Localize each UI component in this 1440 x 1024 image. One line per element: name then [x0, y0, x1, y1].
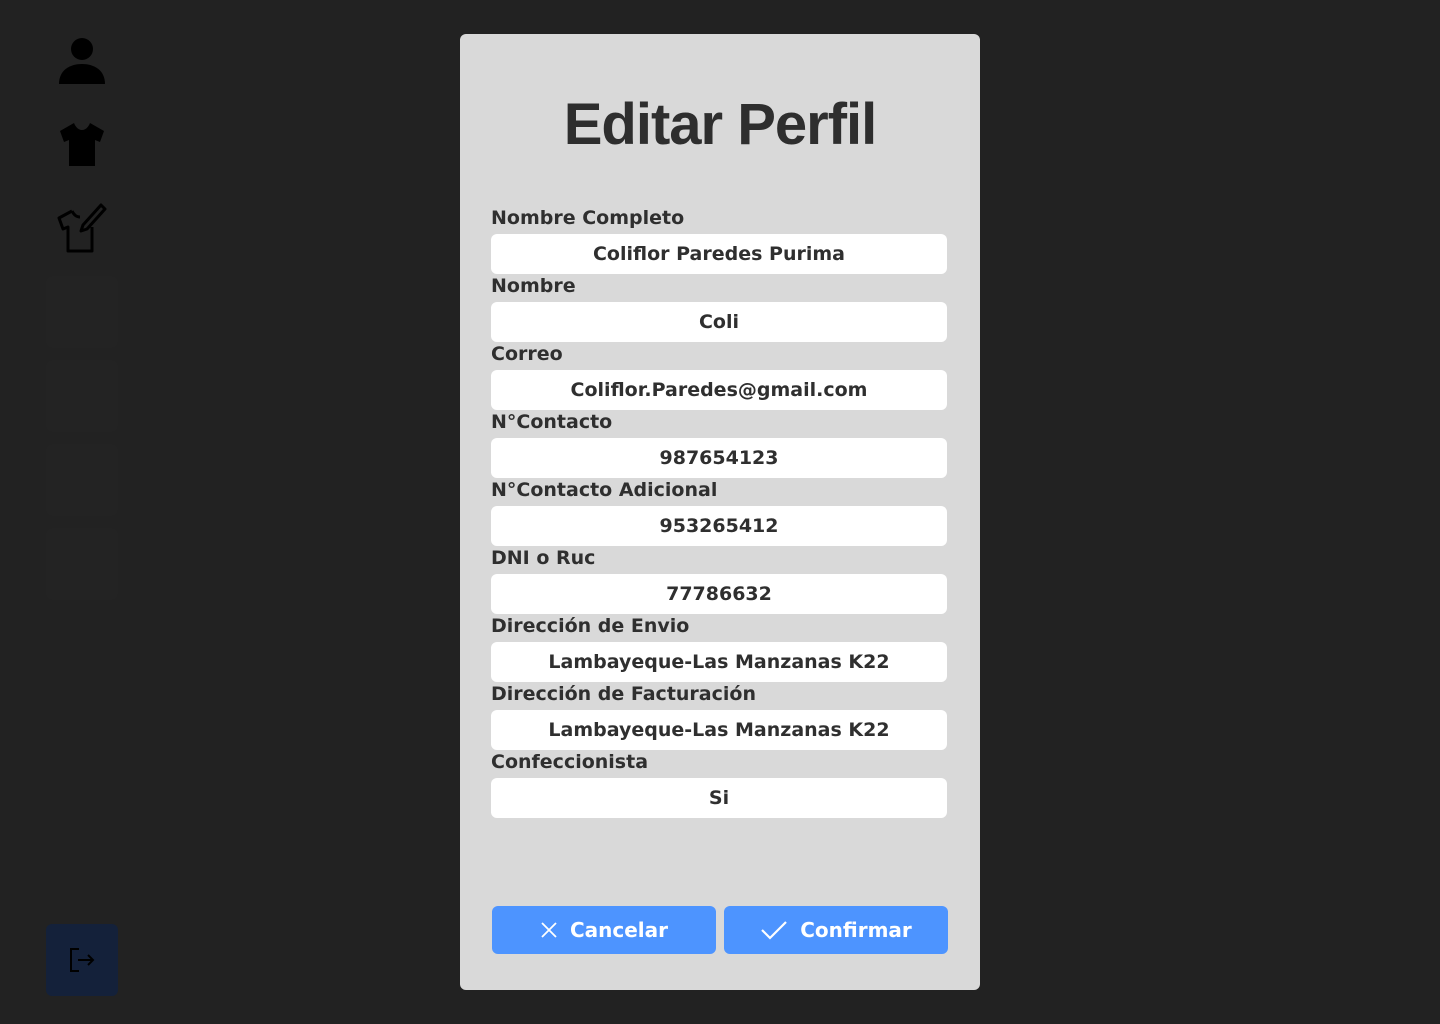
- edit-profile-modal: Editar Perfil Nombre Completo Nombre Cor…: [460, 34, 980, 990]
- logout-icon: [70, 948, 95, 972]
- field-name: Nombre: [491, 274, 947, 342]
- field-label: Nombre Completo: [491, 207, 685, 229]
- field-label: Nombre: [491, 275, 576, 297]
- user-icon: [59, 38, 105, 84]
- sidebar-item-design[interactable]: [46, 192, 118, 264]
- shirt-icon: [60, 123, 104, 166]
- shipping-address-input[interactable]: [491, 642, 947, 682]
- additional-contact-input[interactable]: [491, 506, 947, 546]
- confirm-label: Confirmar: [800, 918, 912, 942]
- field-label: DNI o Ruc: [491, 547, 596, 569]
- field-full-name: Nombre Completo: [491, 206, 947, 274]
- cancel-label: Cancelar: [569, 918, 669, 942]
- sidebar-item-garments[interactable]: [46, 108, 118, 180]
- field-email: Correo: [491, 342, 947, 410]
- field-contact: N°Contacto: [491, 410, 947, 478]
- sidebar-slot: [46, 444, 118, 516]
- check-icon: [761, 921, 787, 940]
- sidebar-slot: [46, 528, 118, 600]
- sidebar-slot: [46, 360, 118, 432]
- field-dni-ruc: DNI o Ruc: [491, 546, 947, 614]
- sidebar-slot: [46, 276, 118, 348]
- contact-input[interactable]: [491, 438, 947, 478]
- sidebar: [40, 20, 124, 1020]
- field-billing-address: Dirección de Facturación: [491, 682, 947, 750]
- billing-address-input[interactable]: [491, 710, 947, 750]
- name-input[interactable]: [491, 302, 947, 342]
- field-label: Dirección de Envio: [491, 615, 690, 637]
- field-label: Correo: [491, 343, 563, 365]
- cancel-button[interactable]: Cancelar: [492, 906, 716, 954]
- dni-ruc-input[interactable]: [491, 574, 947, 614]
- field-contact-additional: N°Contacto Adicional: [491, 478, 947, 546]
- tailor-input[interactable]: [491, 778, 947, 818]
- close-icon: [541, 922, 557, 938]
- email-input[interactable]: [491, 370, 947, 410]
- modal-title: Editar Perfil: [563, 92, 878, 157]
- field-shipping-address: Dirección de Envio: [491, 614, 947, 682]
- field-label: Confeccionista: [491, 751, 649, 773]
- full-name-input[interactable]: [491, 234, 947, 274]
- field-label: N°Contacto Adicional: [491, 479, 718, 501]
- sidebar-item-profile[interactable]: [46, 24, 118, 96]
- field-label: N°Contacto: [491, 411, 613, 433]
- confirm-button[interactable]: Confirmar: [724, 906, 948, 954]
- logout-button[interactable]: [46, 924, 118, 996]
- shirt-edit-icon: [57, 203, 107, 253]
- field-tailor: Confeccionista: [491, 750, 947, 818]
- field-label: Dirección de Facturación: [491, 683, 756, 705]
